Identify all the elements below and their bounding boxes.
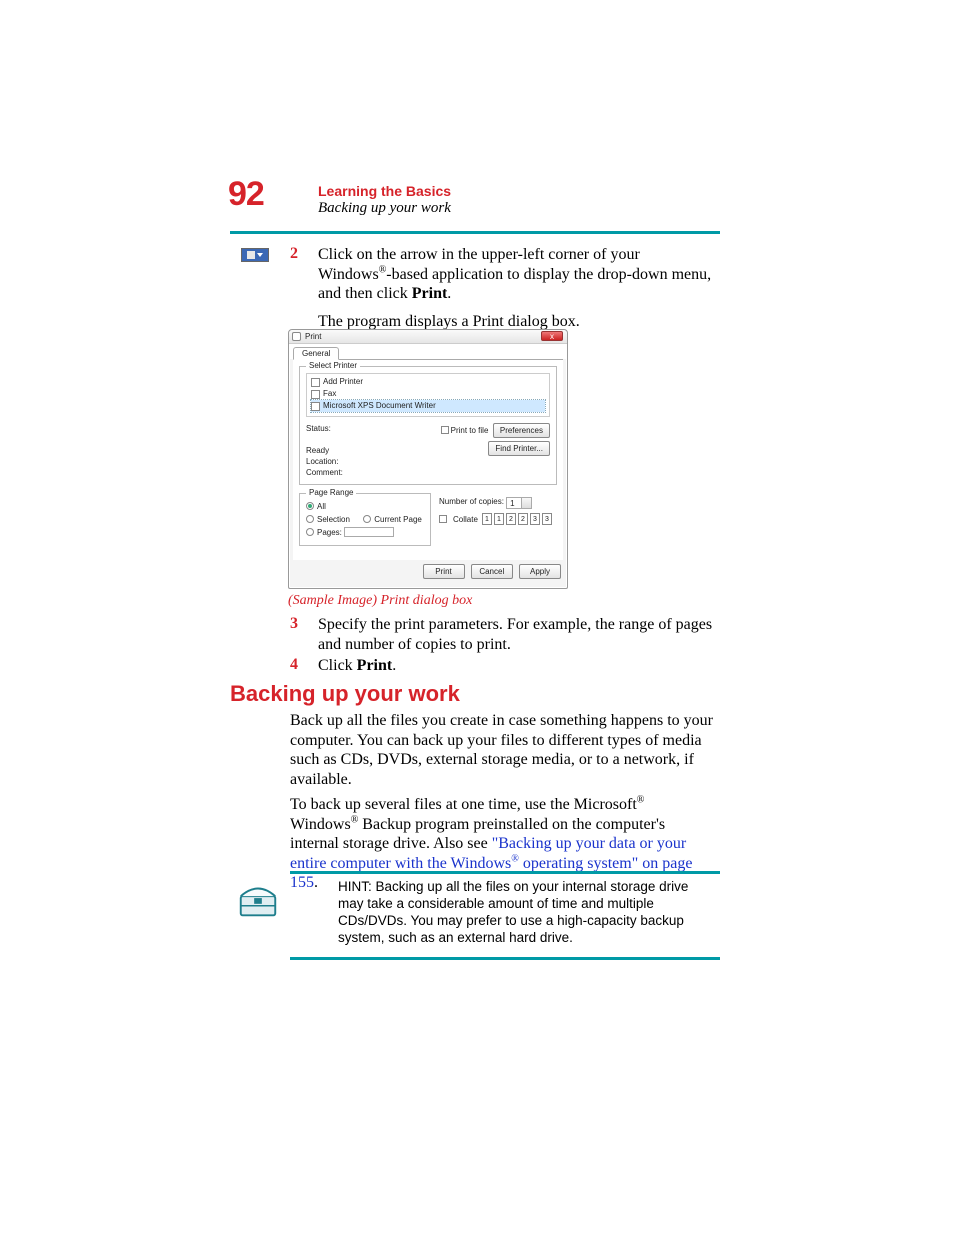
printer-fax[interactable]: Fax — [311, 388, 545, 400]
add-printer-icon — [311, 378, 320, 387]
chk-collate[interactable] — [439, 515, 447, 523]
fax-icon — [311, 390, 320, 399]
step-number-4: 4 — [290, 656, 298, 674]
copies-stepper[interactable]: 1 — [506, 497, 532, 509]
para-backup-intro: Back up all the files you create in case… — [290, 711, 716, 789]
step-2-text: Click on the arrow in the upper-left cor… — [318, 245, 716, 304]
printer-add[interactable]: Add Printer — [311, 376, 545, 388]
para-backup-program: To back up several files at one time, us… — [290, 795, 716, 893]
label-print-to-file: Print to file — [451, 426, 489, 435]
printer-icon — [292, 332, 301, 341]
step-3-text: Specify the print parameters. For exampl… — [318, 615, 716, 654]
hint-text: HINT: Backing up all the files on your i… — [338, 879, 710, 947]
figure-caption: (Sample Image) Print dialog box — [288, 593, 568, 609]
print-button[interactable]: Print — [423, 564, 465, 579]
print-dialog-figure: Print x General Select Printer Add Print… — [288, 329, 568, 609]
tab-general[interactable]: General — [293, 347, 339, 360]
value-status: Ready — [306, 445, 343, 456]
xps-icon — [311, 402, 320, 411]
find-printer-button[interactable]: Find Printer... — [488, 441, 550, 456]
hint-rule-top — [290, 871, 720, 874]
dialog-title: Print — [305, 332, 321, 341]
step-number-2: 2 — [290, 245, 298, 263]
collate-preview: 11 22 33 — [482, 513, 552, 525]
chapter-title: Learning the Basics — [318, 183, 451, 199]
preferences-button[interactable]: Preferences — [493, 423, 550, 438]
label-all: All — [317, 502, 326, 511]
step-number-3: 3 — [290, 615, 298, 633]
header-rule — [230, 231, 720, 234]
section-title: Backing up your work — [318, 200, 451, 217]
label-selection: Selection — [317, 515, 350, 524]
radio-all[interactable] — [306, 502, 314, 510]
radio-selection[interactable] — [306, 515, 314, 523]
label-copies: Number of copies: — [439, 497, 504, 506]
radio-current-page[interactable] — [363, 515, 371, 523]
label-location: Location: — [306, 456, 343, 467]
group-page-range: Page Range — [306, 488, 356, 497]
printer-list[interactable]: Add Printer Fax Microsoft XPS Document W… — [306, 373, 550, 417]
chk-print-to-file[interactable] — [441, 426, 449, 434]
page-number: 92 — [228, 175, 264, 214]
label-current-page: Current Page — [374, 515, 422, 524]
printer-xps[interactable]: Microsoft XPS Document Writer — [311, 400, 545, 412]
cancel-button[interactable]: Cancel — [471, 564, 513, 579]
apply-button[interactable]: Apply — [519, 564, 561, 579]
label-pages: Pages: — [317, 528, 342, 537]
heading-backing-up: Backing up your work — [230, 681, 460, 707]
label-collate: Collate — [453, 515, 478, 524]
hint-rule-bottom — [290, 957, 720, 960]
hint-chest-icon — [235, 877, 281, 923]
pages-input[interactable] — [344, 527, 394, 537]
radio-pages[interactable] — [306, 528, 314, 536]
group-select-printer: Select Printer — [306, 361, 360, 370]
close-icon[interactable]: x — [541, 331, 563, 341]
step-4-text: Click Print. — [318, 656, 716, 676]
label-status: Status: — [306, 423, 343, 434]
label-comment: Comment: — [306, 467, 343, 478]
